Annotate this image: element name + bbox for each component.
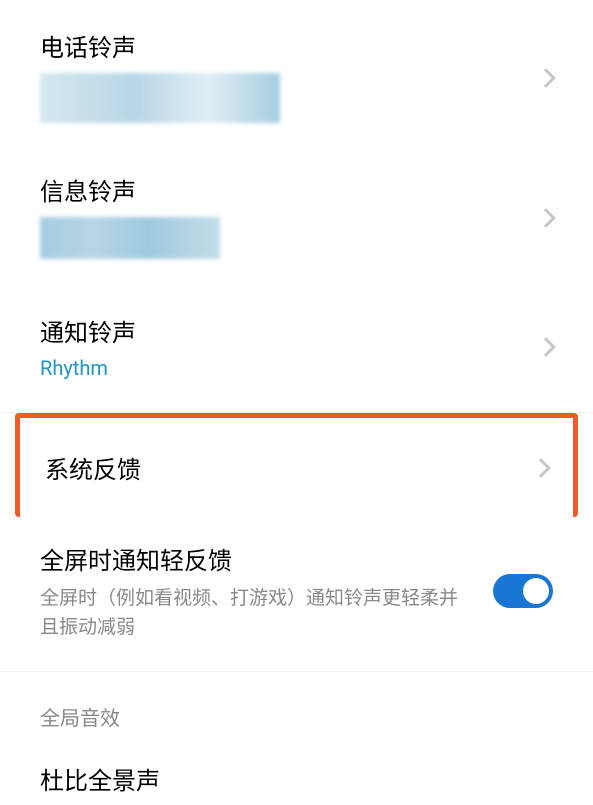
message-ringtone-value-blurred <box>40 217 220 259</box>
item-content: 系统反馈 <box>45 450 514 485</box>
phone-ringtone-title: 电话铃声 <box>40 28 519 63</box>
message-ringtone-item[interactable]: 信息铃声 <box>0 147 593 283</box>
dolby-title: 杜比全景声 <box>40 761 553 796</box>
item-content: 杜比全景声 <box>40 761 553 796</box>
item-content: 全屏时通知轻反馈 全屏时（例如看视频、打游戏）通知铃声更轻柔并且振动减弱 <box>40 541 493 641</box>
notification-ringtone-title: 通知铃声 <box>40 313 519 348</box>
item-content: 信息铃声 <box>40 172 519 263</box>
phone-ringtone-value-blurred <box>40 73 280 123</box>
item-content: 电话铃声 <box>40 28 519 127</box>
chevron-right-icon <box>536 68 556 88</box>
notification-ringtone-item[interactable]: 通知铃声 Rhythm <box>0 283 593 413</box>
chevron-right-icon <box>536 208 556 228</box>
toggle-knob <box>523 578 549 604</box>
fullscreen-feedback-item: 全屏时通知轻反馈 全屏时（例如看视频、打游戏）通知铃声更轻柔并且振动减弱 <box>0 517 593 672</box>
settings-list: 电话铃声 信息铃声 通知铃声 Rhythm 系统反馈 全屏时通知轻反馈 全屏时（… <box>0 0 593 796</box>
system-feedback-title: 系统反馈 <box>45 450 514 485</box>
chevron-right-icon <box>536 337 556 357</box>
dolby-item[interactable]: 杜比全景声 <box>0 741 593 796</box>
chevron-right-icon <box>531 458 551 478</box>
item-content: 通知铃声 Rhythm <box>40 313 519 380</box>
system-feedback-item[interactable]: 系统反馈 <box>15 413 578 517</box>
fullscreen-feedback-toggle[interactable] <box>493 574 553 608</box>
fullscreen-feedback-title: 全屏时通知轻反馈 <box>40 541 493 576</box>
phone-ringtone-item[interactable]: 电话铃声 <box>0 0 593 147</box>
fullscreen-feedback-description: 全屏时（例如看视频、打游戏）通知铃声更轻柔并且振动减弱 <box>40 584 460 641</box>
message-ringtone-title: 信息铃声 <box>40 172 519 207</box>
global-sound-header: 全局音效 <box>0 672 593 741</box>
notification-ringtone-value: Rhythm <box>40 356 519 380</box>
